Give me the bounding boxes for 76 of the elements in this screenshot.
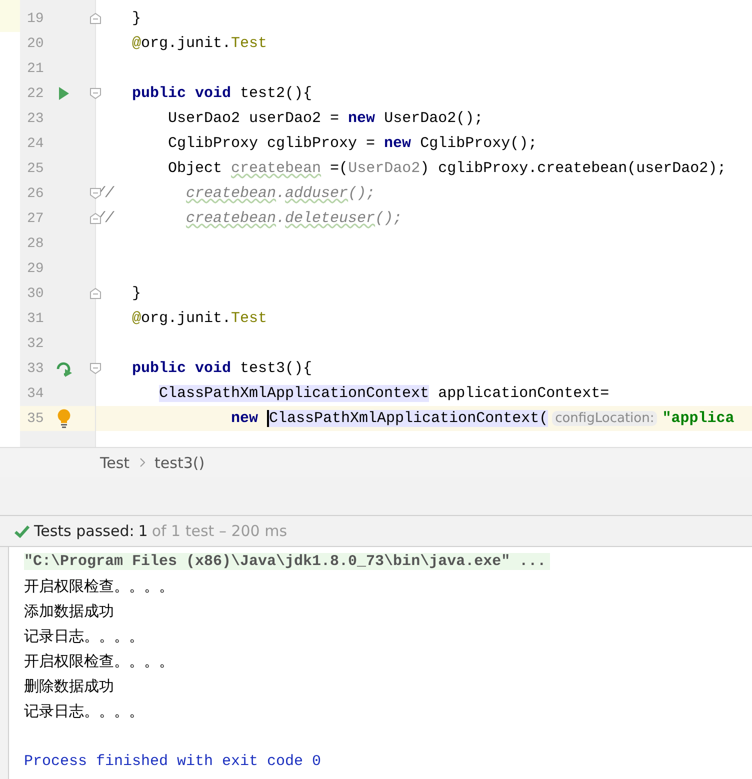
console-line: 记录日志。。。。 [24,702,144,721]
console-line: Process finished with exit code 0 [24,753,322,770]
line-number: 24 [26,136,45,152]
line-number: 28 [26,236,45,252]
run-icon[interactable] [58,87,70,100]
code-text: UserDao2 [348,160,420,177]
line-number: 33 [26,360,45,376]
line-number: 27 [26,210,45,226]
code-text: } [131,10,142,27]
code-text: . [276,210,286,227]
line-number: 32 [26,336,45,352]
code-text: ) cglibProxy.createbean(userDao2); [420,160,726,177]
fold-marker-icon[interactable] [90,88,101,99]
test-status-label: Tests passed: [34,522,134,540]
code-text: ClassPathXmlApplicationContext [159,385,430,402]
code-text: applicationContext= [437,385,610,402]
code-text: new [230,410,260,427]
console-line: 添加数据成功 [24,602,114,621]
code-text: Test [231,310,268,327]
code-text: UserDao2(); [383,110,484,127]
fold-marker-icon[interactable] [90,363,101,374]
parameter-hint: configLocation: [552,411,658,426]
code-text: CglibProxy cglibProxy = [167,135,376,152]
rerun-test-icon[interactable] [56,360,72,376]
line-number: 22 [26,86,45,102]
line-number: 35 [26,410,45,426]
code-text: CglibProxy(); [419,135,538,152]
code-text: createbean [186,185,276,202]
line-number: 20 [26,36,45,52]
fold-marker-icon[interactable] [90,288,101,299]
test-count: 1 [138,522,148,540]
code-text: test2(){ [239,85,312,102]
code-text: @ [131,310,142,327]
line-number: 23 [26,110,45,126]
code-text: createbean [186,210,276,227]
code-text: =( [329,160,348,177]
code-text: new [348,110,376,127]
console-line: 记录日志。。。。 [24,627,144,646]
line-number: 26 [26,186,45,202]
line-number: 21 [26,60,45,76]
code-text: new [384,135,412,152]
line-number: 29 [26,260,45,276]
code-text: (); [375,210,402,227]
code-text: ClassPathXmlApplicationContext( [267,410,548,427]
code-text: Object [167,160,224,177]
console-line: 开启权限检查。。。。 [24,652,174,671]
console-line: 开启权限检查。。。。 [24,577,174,596]
line-number: 19 [26,10,45,26]
code-text: createbean [231,160,322,177]
line-number: 31 [26,310,45,326]
code-text: org.junit. [141,35,232,52]
fold-marker-icon[interactable] [90,188,101,199]
breadcrumb-item[interactable]: Test [100,454,130,472]
code-text: @ [131,35,142,52]
breadcrumb-item[interactable]: test3() [154,454,205,472]
code-text: } [131,285,142,302]
code-text: public void [131,360,232,377]
code-text: test3(){ [239,360,312,377]
console-line: 删除数据成功 [24,677,114,696]
code-text: deleteuser [285,210,376,227]
line-number: 25 [26,160,45,176]
test-summary: of 1 test – 200 ms [152,522,288,540]
chevron-icon [140,458,145,467]
code-text: adduser [285,185,348,202]
code-text: "applica [662,410,734,427]
fold-marker-icon[interactable] [90,213,101,224]
line-number: 34 [26,386,45,402]
code-text: Test [231,35,268,52]
line-number: 30 [26,286,45,302]
code-text: UserDao2 userDao2 = [167,110,340,127]
fold-marker-icon[interactable] [90,13,101,24]
lightbulb-icon[interactable] [57,409,71,428]
code-text: public void [131,85,232,102]
code-text: (); [348,185,376,202]
code-text: . [276,185,286,202]
code-text: org.junit. [141,310,232,327]
